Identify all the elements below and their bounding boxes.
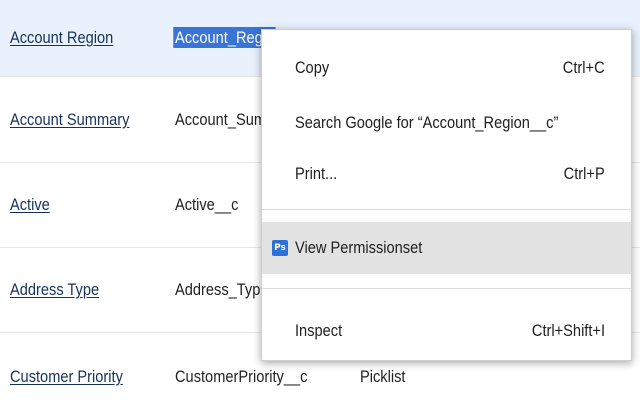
menu-item-shortcut: Ctrl+Shift+I [531, 321, 605, 340]
field-type: Picklist [360, 367, 406, 386]
field-label-link[interactable]: Account Summary [10, 110, 129, 130]
menu-item-label: Print... [295, 164, 338, 183]
field-label-link[interactable]: Account Region [10, 28, 113, 48]
menu-item-print[interactable]: Print... Ctrl+P [262, 154, 631, 194]
menu-item-shortcut: Ctrl+C [563, 58, 605, 77]
menu-separator [262, 288, 631, 289]
menu-item-inspect[interactable]: Inspect Ctrl+Shift+I [262, 311, 631, 351]
menu-item-label: Inspect [295, 321, 343, 340]
menu-item-label: Search Google for “Account_Region__c” [295, 113, 559, 132]
menu-item-view-permissionset[interactable]: Ps View Permissionset [262, 222, 631, 274]
menu-item-label: Copy [295, 58, 330, 77]
context-menu: Copy Ctrl+C Search Google for “Account_R… [261, 29, 632, 361]
menu-item-copy[interactable]: Copy Ctrl+C [262, 48, 631, 88]
menu-item-search-google[interactable]: Search Google for “Account_Region__c” [262, 103, 631, 143]
field-label-link[interactable]: Active [10, 195, 50, 215]
field-api-name: CustomerPriority__c [175, 367, 308, 386]
menu-item-label: View Permissionset [295, 238, 423, 257]
field-api-name: Active__c [175, 195, 239, 214]
field-label-link[interactable]: Customer Priority [10, 367, 123, 387]
menu-separator [262, 209, 631, 210]
permissionset-extension-icon: Ps [272, 240, 288, 256]
field-label-link[interactable]: Address Type [10, 280, 99, 300]
menu-item-shortcut: Ctrl+P [563, 164, 605, 183]
